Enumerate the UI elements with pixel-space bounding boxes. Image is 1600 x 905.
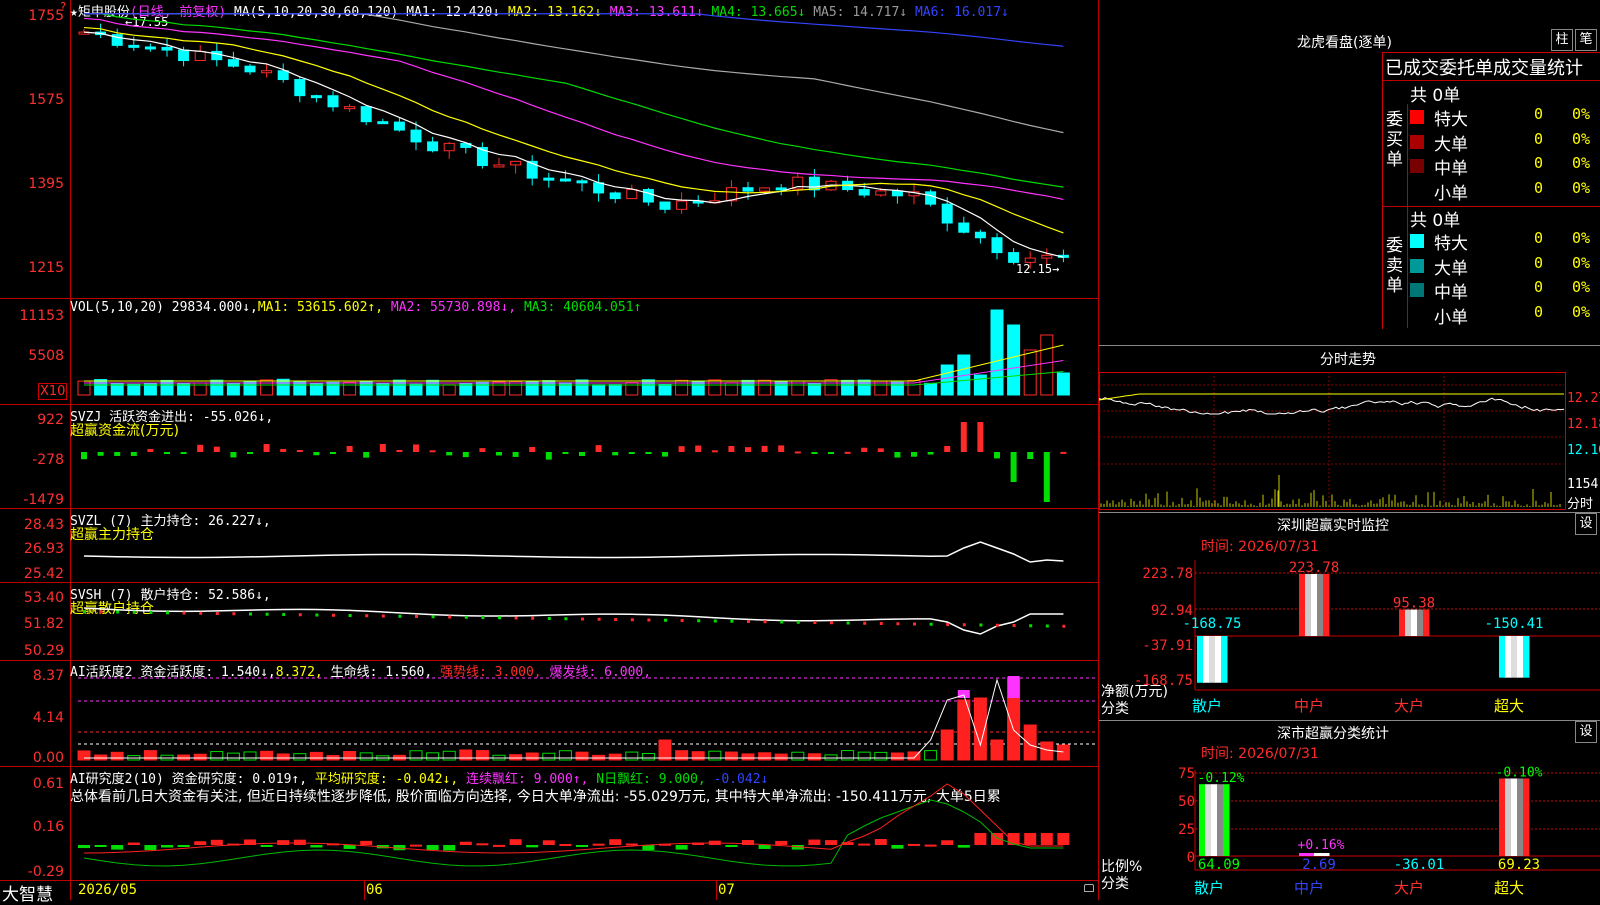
research-bar <box>1057 833 1070 845</box>
research-bar <box>891 845 904 849</box>
research-bar <box>459 841 472 845</box>
research-bar <box>78 845 90 849</box>
research-bar <box>808 839 821 845</box>
szc-bar-stripe <box>1211 784 1218 856</box>
research-bar <box>161 845 173 848</box>
szc-bar-stripe <box>1505 778 1512 856</box>
szc-bar-stripe <box>1299 852 1315 856</box>
research-bar <box>775 840 788 845</box>
date-label-may: 2026/05 <box>78 882 138 898</box>
research-bar <box>642 845 655 851</box>
szc-value-label: 64.09 <box>1198 857 1240 873</box>
szc-bar-stripe <box>1205 784 1212 856</box>
date-label-jun: 06 <box>366 882 383 898</box>
research-bar <box>127 842 140 845</box>
research-bar <box>874 839 887 845</box>
research-bar <box>974 833 987 845</box>
research-line <box>83 783 1064 854</box>
research-bar <box>343 845 356 849</box>
month-tick-jun <box>364 880 365 900</box>
szc-bar-stripe <box>1223 784 1230 856</box>
research-bar <box>675 845 688 850</box>
szc-category-label: 超大 <box>1494 879 1524 897</box>
szc-value-label: 69.23 <box>1498 857 1540 873</box>
research-bar <box>825 840 837 845</box>
research-bar <box>144 845 157 851</box>
research-bar <box>542 840 555 845</box>
research-bar <box>493 844 505 847</box>
research-bar <box>210 839 223 845</box>
research-bar <box>360 840 373 845</box>
szc-value-label: 2.69 <box>1302 857 1336 873</box>
szc-value-label: -36.01 <box>1394 857 1445 873</box>
sz-class-chart[interactable]: -0.12% 64.09 散户 +0.16% 2.69 中户 -36.01 大户 -0.10% 6… <box>1099 0 1600 900</box>
szc-bar-stripe <box>1199 784 1206 856</box>
research-bar <box>293 839 306 845</box>
szc-bar-中户 <box>1299 852 1330 856</box>
szc-bar-stripe <box>1523 778 1530 856</box>
szc-change-label: -0.10% <box>1496 765 1543 780</box>
research-bar <box>526 845 539 848</box>
research-bar <box>426 845 439 850</box>
research-bar <box>592 843 605 846</box>
research-bar <box>758 845 771 849</box>
right-panel: 龙虎看盘(逐单) 柱 笔 已成交委托单成交量统计 共 0单 委买单 特大 0 0% 大… <box>1098 0 1600 900</box>
research-bar <box>111 845 124 850</box>
lock-icon[interactable] <box>1084 884 1094 892</box>
research-bar <box>625 843 638 846</box>
szc-bar-stripe <box>1217 784 1224 856</box>
research-bar <box>924 844 937 847</box>
research-bar <box>177 845 190 847</box>
month-tick-jul <box>716 880 717 900</box>
research-bar <box>858 843 871 846</box>
szc-category-label: 中户 <box>1294 879 1324 897</box>
szc-bar-散户 <box>1199 784 1230 856</box>
szc-bar-stripe <box>1517 778 1524 856</box>
research-bar <box>1040 833 1053 845</box>
research-bar <box>194 841 207 845</box>
szc-bar-stripe <box>1511 778 1518 856</box>
szc-category-label: 散户 <box>1194 879 1224 897</box>
ai-research-chart[interactable] <box>0 0 1098 880</box>
research-bar <box>725 845 738 847</box>
research-line <box>83 799 1064 867</box>
chart-area[interactable]: ? ★矩申股份(日线, 前复权) MA(5,10,20,30,60,120) M… <box>0 0 1099 905</box>
research-bar <box>609 839 622 845</box>
brand-logo[interactable]: 大智慧 <box>2 880 53 905</box>
research-bar <box>1024 833 1037 845</box>
research-bar <box>310 845 323 848</box>
research-bar <box>94 845 107 847</box>
research-bar <box>576 845 588 847</box>
research-bar <box>559 844 572 847</box>
szc-category-label: 大户 <box>1394 879 1424 897</box>
szc-change-label: -0.12% <box>1198 771 1245 786</box>
research-bar <box>476 843 489 846</box>
research-bar <box>260 845 273 847</box>
research-bar <box>410 844 422 847</box>
research-bar <box>957 845 970 848</box>
szc-bar-超大 <box>1499 778 1530 856</box>
research-bar <box>509 839 522 845</box>
research-bar <box>941 840 954 845</box>
date-label-jul: 07 <box>718 882 735 898</box>
szc-bar-stripe <box>1499 778 1506 856</box>
research-bar <box>908 843 920 846</box>
szc-change-label: +0.16% <box>1298 838 1345 853</box>
divider-footer <box>0 880 1098 881</box>
szc-bar-stripe <box>1314 852 1330 856</box>
research-bar <box>443 845 456 851</box>
